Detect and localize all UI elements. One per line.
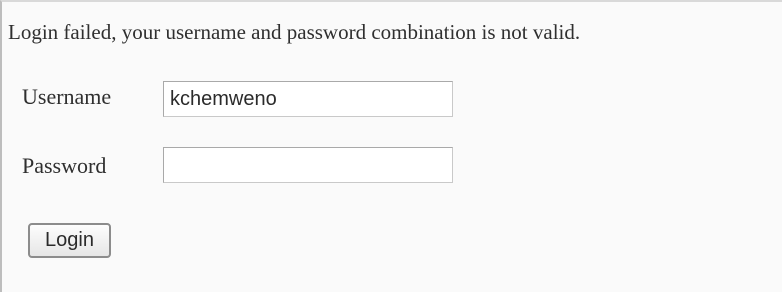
login-panel: Login failed, your username and password… [0, 0, 782, 292]
password-input[interactable] [163, 147, 453, 183]
error-message: Login failed, your username and password… [8, 20, 581, 44]
password-label: Password [22, 153, 107, 178]
login-button[interactable]: Login [28, 223, 111, 258]
username-input[interactable] [163, 81, 453, 117]
username-label: Username [22, 84, 112, 109]
